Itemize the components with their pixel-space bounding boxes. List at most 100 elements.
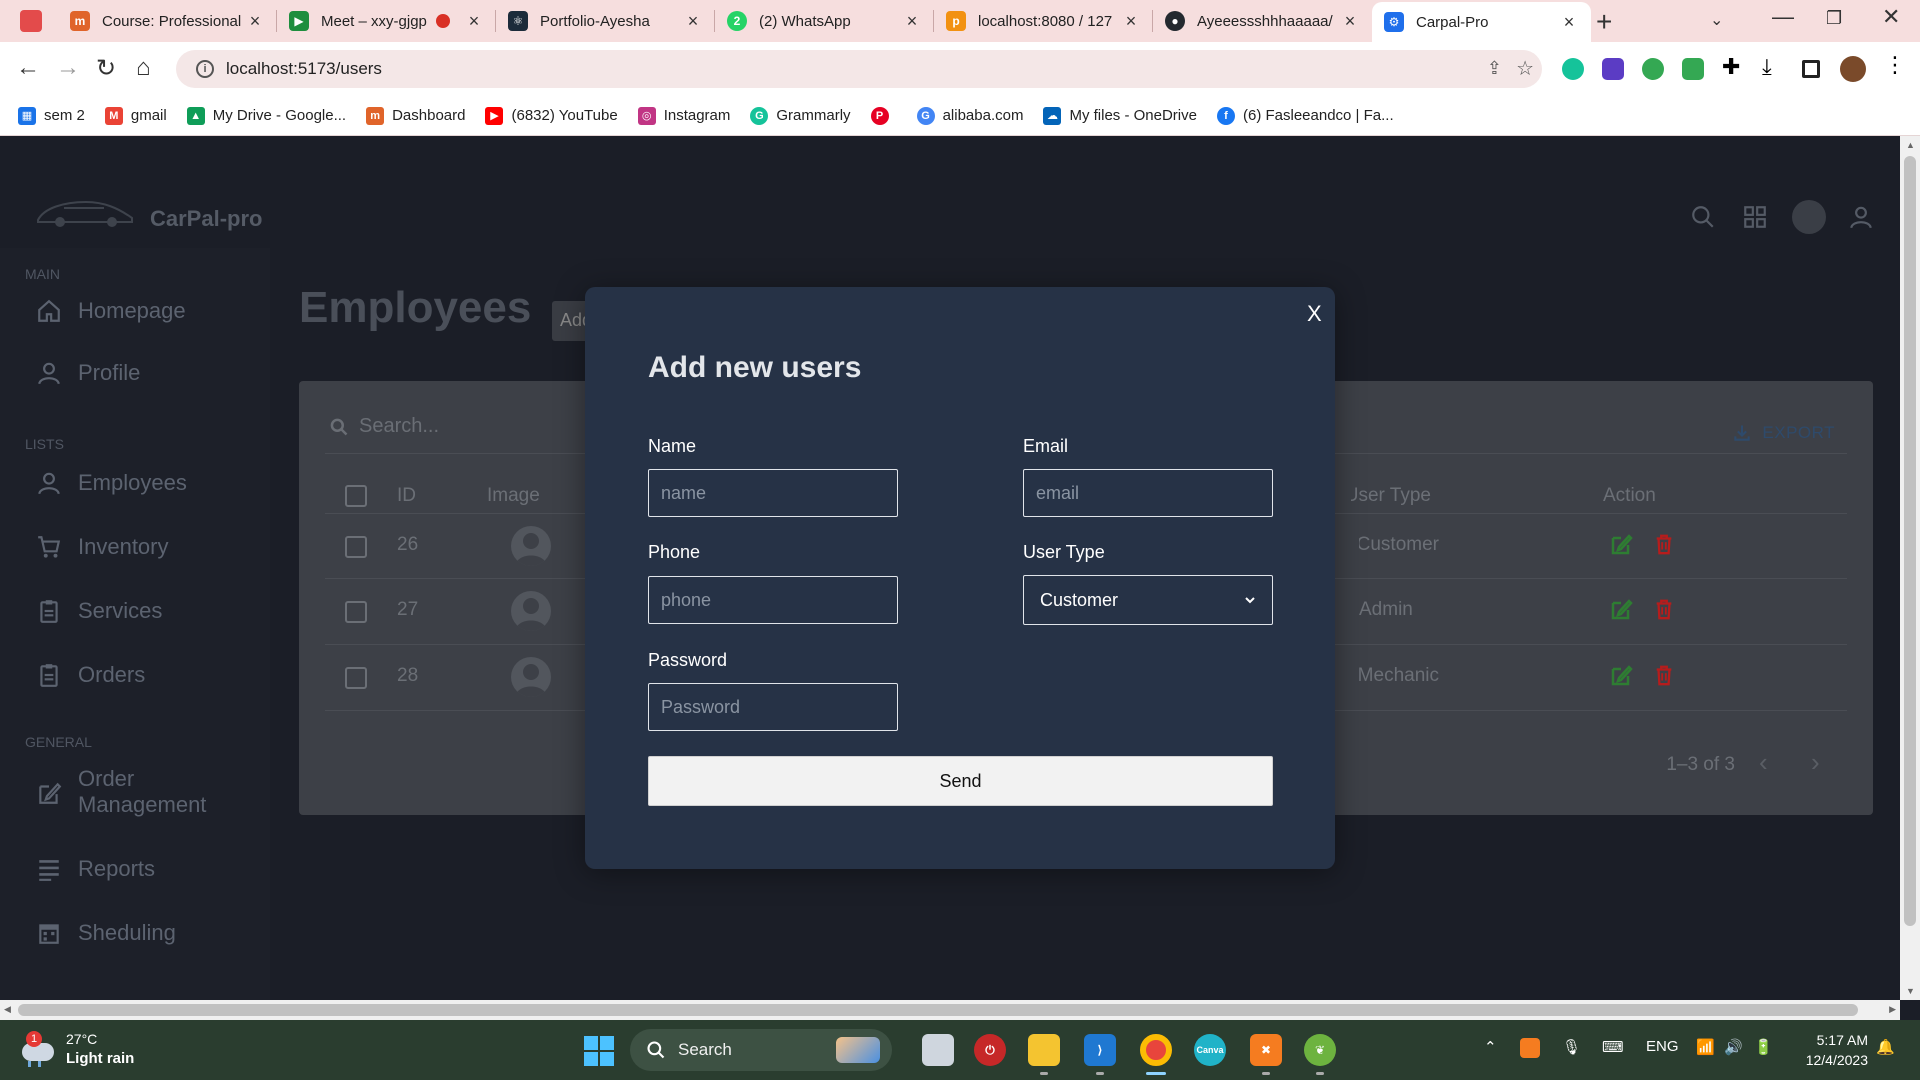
- tab-portfolio[interactable]: ⚛ Portfolio-Ayesha ×: [496, 0, 715, 42]
- close-icon[interactable]: ×: [902, 11, 922, 32]
- close-icon[interactable]: ×: [1121, 11, 1141, 32]
- phone-input[interactable]: [648, 576, 898, 624]
- bookmark-star-icon[interactable]: ☆: [1516, 56, 1534, 81]
- apps-grid-icon[interactable]: [1742, 204, 1768, 230]
- close-icon[interactable]: ×: [683, 11, 703, 32]
- close-icon[interactable]: ×: [1559, 12, 1579, 33]
- close-icon[interactable]: ×: [1340, 11, 1360, 32]
- address-bar[interactable]: i localhost:5173/users ⇪ ☆: [176, 50, 1542, 88]
- row-checkbox[interactable]: [345, 601, 367, 623]
- vertical-scrollbar[interactable]: ▲ ▼: [1900, 136, 1920, 1000]
- user-avatar[interactable]: [1792, 200, 1826, 234]
- windows-start-icon[interactable]: [584, 1036, 614, 1066]
- share-icon[interactable]: ⇪: [1487, 58, 1502, 79]
- close-modal-button[interactable]: X: [1307, 301, 1322, 327]
- name-input[interactable]: [648, 469, 898, 517]
- user-type-select[interactable]: Customer: [1023, 575, 1273, 625]
- home-button[interactable]: ⌂: [136, 54, 151, 82]
- send-button[interactable]: Send: [648, 756, 1273, 806]
- tab-phpmyadmin[interactable]: p localhost:8080 / 127 ×: [934, 0, 1153, 42]
- bookmark-gmail[interactable]: Mgmail: [104, 106, 167, 125]
- close-icon[interactable]: ×: [245, 11, 265, 32]
- edit-icon[interactable]: [1609, 532, 1633, 556]
- site-info-icon[interactable]: i: [196, 60, 214, 78]
- download-icon[interactable]: ⤓: [1762, 54, 1784, 79]
- canva-icon[interactable]: Canva: [1194, 1034, 1226, 1066]
- delete-icon[interactable]: [1653, 663, 1675, 687]
- edit-icon[interactable]: [1609, 663, 1633, 687]
- tab-course[interactable]: m Course: Professional ×: [58, 0, 277, 42]
- microphone-icon[interactable]: 🎙: [1562, 1038, 1581, 1056]
- tab-search-chevron-icon[interactable]: ⌄: [1710, 10, 1723, 30]
- tab-meet[interactable]: ▶ Meet – xxy-gjgp ×: [277, 0, 496, 42]
- extension-icon[interactable]: [1602, 58, 1624, 80]
- tab-carpal-pro[interactable]: ⚙ Carpal-Pro ×: [1372, 2, 1591, 42]
- user-icon[interactable]: [1848, 204, 1874, 230]
- bookmark-instagram[interactable]: ◎ Instagram: [637, 106, 730, 125]
- forward-button[interactable]: →: [56, 54, 80, 82]
- extension-icon[interactable]: [1642, 58, 1664, 80]
- bookmark-onedrive[interactable]: ☁ My files - OneDrive: [1043, 106, 1197, 125]
- volume-icon[interactable]: 🔊: [1724, 1038, 1743, 1056]
- spring-icon[interactable]: ❦: [1304, 1034, 1336, 1066]
- sidebar-item-order-management[interactable]: Order Management: [36, 766, 206, 818]
- bookmark-sem2[interactable]: ▦ sem 2: [18, 106, 85, 125]
- keyboard-icon[interactable]: ⌨: [1602, 1038, 1624, 1056]
- sidebar-item-reports[interactable]: Reports: [36, 856, 155, 882]
- close-window-button[interactable]: ✕: [1882, 4, 1900, 30]
- close-icon[interactable]: ×: [464, 11, 484, 32]
- bookmark-grammarly[interactable]: G Grammarly: [750, 106, 851, 125]
- restore-button[interactable]: ❐: [1826, 8, 1842, 29]
- sidebar-item-services[interactable]: Services: [36, 598, 162, 624]
- prev-page-icon[interactable]: ‹: [1759, 747, 1768, 778]
- new-tab-button[interactable]: +: [1596, 6, 1612, 38]
- tray-overflow-chevron-icon[interactable]: ⌃: [1484, 1038, 1497, 1056]
- xampp-tray-icon[interactable]: [1520, 1038, 1540, 1058]
- back-button[interactable]: ←: [16, 54, 40, 82]
- search-icon[interactable]: [1690, 204, 1716, 230]
- weather-widget[interactable]: 1 27°C Light rain: [20, 1030, 134, 1068]
- minimize-button[interactable]: —: [1772, 4, 1794, 30]
- column-header-id[interactable]: ID: [397, 485, 416, 507]
- row-checkbox[interactable]: [345, 667, 367, 689]
- language-indicator[interactable]: ENG: [1646, 1038, 1679, 1055]
- tab-search-icon[interactable]: [20, 10, 42, 32]
- extension-icon[interactable]: [1682, 58, 1704, 80]
- power-app-icon[interactable]: ⏻: [974, 1034, 1006, 1066]
- horizontal-scrollbar[interactable]: ◀ ▶: [0, 1000, 1900, 1020]
- sidebar-item-profile[interactable]: Profile: [36, 360, 140, 386]
- taskbar-search[interactable]: Search: [630, 1029, 892, 1071]
- column-header-action[interactable]: Action: [1603, 485, 1656, 507]
- grammarly-extension-icon[interactable]: [1562, 58, 1584, 80]
- email-input[interactable]: [1023, 469, 1273, 517]
- notification-bell-icon[interactable]: 🔔: [1876, 1038, 1895, 1056]
- vscode-icon[interactable]: ⟩: [1084, 1034, 1116, 1066]
- row-checkbox[interactable]: [345, 536, 367, 558]
- chrome-icon[interactable]: [1140, 1034, 1172, 1066]
- task-view-icon[interactable]: [922, 1034, 954, 1066]
- table-header-checkbox[interactable]: [345, 485, 367, 507]
- sidebar-item-inventory[interactable]: Inventory: [36, 534, 169, 560]
- address-url[interactable]: localhost:5173/users: [226, 59, 382, 79]
- wifi-icon[interactable]: 📶: [1696, 1038, 1715, 1056]
- xampp-icon[interactable]: ✖: [1250, 1034, 1282, 1066]
- sidebar-item-sheduling[interactable]: Sheduling: [36, 920, 176, 946]
- next-page-icon[interactable]: ›: [1811, 747, 1820, 778]
- tab-github[interactable]: ● Ayeeessshhhaaaaa/ ×: [1153, 0, 1372, 42]
- password-input[interactable]: [648, 683, 898, 731]
- system-clock[interactable]: 5:17 AM 12/4/2023: [1796, 1030, 1868, 1070]
- export-button[interactable]: EXPORT: [1732, 423, 1835, 443]
- puzzle-icon[interactable]: ✚: [1722, 54, 1744, 79]
- sidebar-item-employees[interactable]: Employees: [36, 470, 187, 496]
- bookmark-dashboard[interactable]: m Dashboard: [366, 106, 465, 125]
- battery-icon[interactable]: 🔋: [1754, 1038, 1773, 1056]
- reload-button[interactable]: ↻: [96, 54, 116, 83]
- menu-dots-icon[interactable]: ⋮: [1884, 52, 1906, 77]
- profile-avatar[interactable]: [1840, 56, 1866, 82]
- edit-icon[interactable]: [1609, 597, 1633, 621]
- delete-icon[interactable]: [1653, 597, 1675, 621]
- bookmark-facebook[interactable]: f (6) Fasleeandco | Fa...: [1216, 106, 1394, 125]
- table-search[interactable]: Search...: [329, 415, 439, 438]
- tab-whatsapp[interactable]: 2 (2) WhatsApp ×: [715, 0, 934, 42]
- bookmark-pinterest[interactable]: P: [870, 106, 897, 125]
